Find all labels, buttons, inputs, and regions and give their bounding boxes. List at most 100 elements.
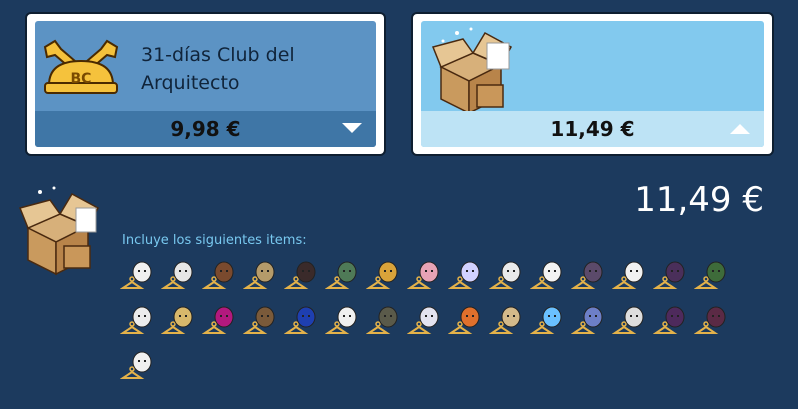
hanger-icon bbox=[324, 325, 350, 334]
bc-title-line2: Arquitecto bbox=[141, 72, 240, 94]
hanger-icon bbox=[201, 280, 227, 289]
green-suit-item[interactable] bbox=[693, 258, 732, 296]
hanger-icon bbox=[611, 325, 637, 334]
item-shape bbox=[173, 306, 193, 328]
hanger-icon bbox=[529, 280, 555, 289]
hanger-icon bbox=[201, 325, 227, 334]
selected-price: 11,49 € bbox=[634, 180, 764, 220]
bc-offer-title: 31-días Club del Arquitecto bbox=[141, 41, 321, 97]
box-preview-icon bbox=[14, 184, 106, 284]
antlers-item[interactable] bbox=[488, 303, 527, 341]
magenta-hood-item[interactable] bbox=[201, 303, 240, 341]
straw-hat-item[interactable] bbox=[242, 258, 281, 296]
black-beard-item[interactable] bbox=[488, 258, 527, 296]
item-shape bbox=[583, 261, 603, 283]
item-shape bbox=[583, 306, 603, 328]
hanger-icon bbox=[119, 280, 145, 289]
spider-web-item[interactable] bbox=[611, 303, 650, 341]
purple-robe-item[interactable] bbox=[570, 258, 609, 296]
item-shape bbox=[624, 306, 644, 328]
bc-offer-card[interactable]: BC 31-días Club del Arquitecto 9,98 € bbox=[25, 12, 386, 156]
item-shape bbox=[419, 261, 439, 283]
bc-price: 9,98 € bbox=[170, 117, 241, 141]
hanger-icon bbox=[570, 280, 596, 289]
black-scarf-item[interactable] bbox=[693, 303, 732, 341]
white-mask-item[interactable] bbox=[119, 258, 158, 296]
hanger-icon bbox=[160, 325, 186, 334]
white-mask-2-item[interactable] bbox=[119, 348, 158, 386]
box-offer-card[interactable]: 11,49 € bbox=[411, 12, 774, 156]
hanger-icon bbox=[570, 325, 596, 334]
box-offer-panel: 11,49 € bbox=[421, 21, 764, 147]
brown-jacket-item[interactable] bbox=[201, 258, 240, 296]
item-shape bbox=[214, 306, 234, 328]
hanger-icon bbox=[283, 280, 309, 289]
hanger-icon bbox=[406, 325, 432, 334]
bc-badge-text: BC bbox=[71, 71, 92, 87]
hanger-icon bbox=[119, 370, 145, 379]
includes-label: Incluye los siguientes items: bbox=[122, 233, 307, 248]
item-shape bbox=[665, 261, 685, 283]
item-shape bbox=[132, 261, 152, 283]
item-shape bbox=[337, 261, 357, 283]
hanger-icon bbox=[324, 280, 350, 289]
hanger-icon bbox=[365, 325, 391, 334]
item-shape bbox=[460, 261, 480, 283]
blue-shoes-item[interactable] bbox=[283, 303, 322, 341]
item-shape bbox=[296, 261, 316, 283]
skull-mask-item[interactable] bbox=[611, 258, 650, 296]
bc-wrench-badge-icon: BC bbox=[39, 37, 123, 111]
plague-mask-item[interactable] bbox=[365, 303, 404, 341]
item-shape bbox=[665, 306, 685, 328]
open-box-icon bbox=[427, 23, 519, 123]
green-glasses-item[interactable] bbox=[324, 258, 363, 296]
chevron-up-icon[interactable] bbox=[730, 124, 750, 134]
witch-hat-item[interactable] bbox=[652, 303, 691, 341]
blue-hair-item[interactable] bbox=[570, 303, 609, 341]
white-helmet-item[interactable] bbox=[529, 258, 568, 296]
orange-pattern-item[interactable] bbox=[447, 303, 486, 341]
item-shape bbox=[419, 306, 439, 328]
item-shape bbox=[706, 261, 726, 283]
bc-price-bar[interactable]: 9,98 € bbox=[35, 111, 376, 147]
item-shape bbox=[337, 306, 357, 328]
hanger-icon bbox=[611, 280, 637, 289]
white-head-item[interactable] bbox=[160, 258, 199, 296]
box-price-bar[interactable]: 11,49 € bbox=[421, 111, 764, 147]
hanger-icon bbox=[160, 280, 186, 289]
item-shape bbox=[460, 306, 480, 328]
blue-aura-item[interactable] bbox=[529, 303, 568, 341]
item-shape bbox=[378, 306, 398, 328]
item-shape bbox=[378, 261, 398, 283]
gold-frame-item[interactable] bbox=[160, 303, 199, 341]
dark-hair-item[interactable] bbox=[283, 258, 322, 296]
pink-brain-item[interactable] bbox=[406, 258, 445, 296]
box-price: 11,49 € bbox=[550, 117, 635, 141]
hanger-icon bbox=[652, 280, 678, 289]
scream-mask-item[interactable] bbox=[324, 303, 363, 341]
hanger-icon bbox=[119, 325, 145, 334]
hanger-icon bbox=[283, 325, 309, 334]
gold-necklace-item[interactable] bbox=[365, 258, 404, 296]
item-shape bbox=[214, 261, 234, 283]
hanger-icon bbox=[693, 325, 719, 334]
bc-offer-panel: BC 31-días Club del Arquitecto 9,98 € bbox=[35, 21, 376, 147]
item-shape bbox=[296, 306, 316, 328]
item-shape bbox=[706, 306, 726, 328]
item-shape bbox=[255, 306, 275, 328]
grey-face-item[interactable] bbox=[406, 303, 445, 341]
dark-hood-item[interactable] bbox=[652, 258, 691, 296]
item-shape bbox=[542, 306, 562, 328]
item-shape bbox=[542, 261, 562, 283]
colorful-face-item[interactable] bbox=[447, 258, 486, 296]
item-shape bbox=[624, 261, 644, 283]
hanger-icon bbox=[406, 280, 432, 289]
item-shape bbox=[173, 261, 193, 283]
bc-title-line1: 31-días Club del bbox=[141, 44, 295, 66]
hanger-icon bbox=[242, 280, 268, 289]
item-shape bbox=[132, 351, 152, 373]
white-cap-item[interactable] bbox=[119, 303, 158, 341]
hanger-icon bbox=[447, 280, 473, 289]
wand-item[interactable] bbox=[242, 303, 281, 341]
chevron-down-icon[interactable] bbox=[342, 123, 362, 133]
